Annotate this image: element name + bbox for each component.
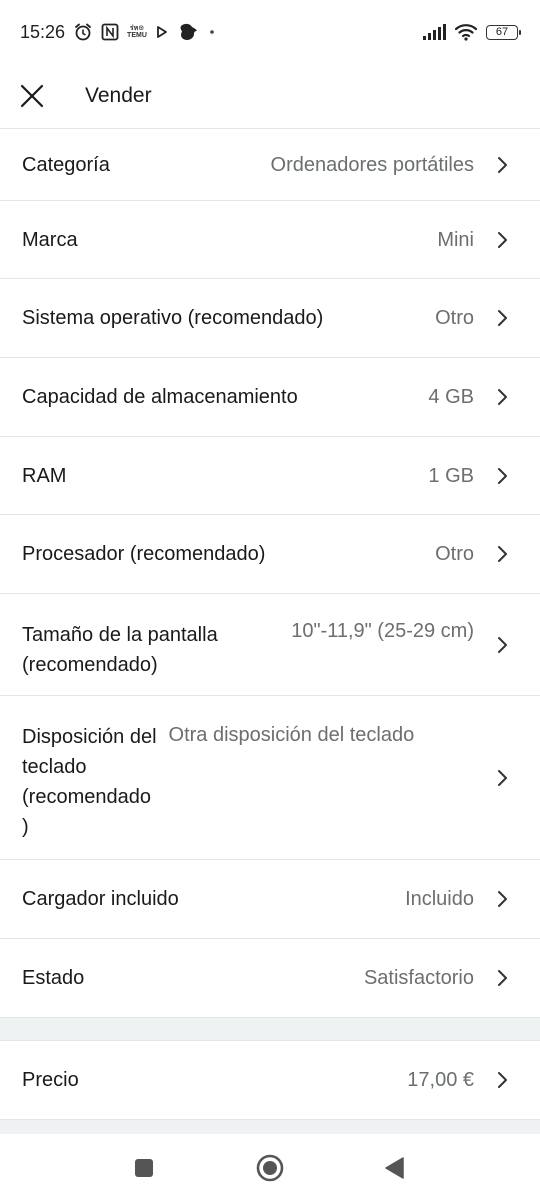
status-left: 15:26 ร่ห⊙ TEMU — [20, 22, 217, 43]
row-label-line: Tamaño de la pantalla — [22, 624, 218, 646]
bird-icon — [177, 22, 199, 42]
signal-icon — [422, 24, 446, 40]
temu-line2: TEMU — [127, 32, 147, 39]
section-divider — [0, 1017, 540, 1040]
row-value: Otro — [435, 543, 474, 565]
row-sistema-operativo[interactable]: Sistema operativo (recomendado) Otro — [0, 278, 540, 357]
back-icon — [383, 1156, 405, 1180]
row-precio[interactable]: Precio 17,00 € — [0, 1040, 540, 1119]
system-nav-bar — [0, 1134, 540, 1200]
row-label: Procesador (recomendado) — [22, 543, 266, 565]
attribute-list: Categoría Ordenadores portátiles Marca M… — [0, 128, 540, 1136]
row-tamano-pantalla[interactable]: Tamaño de la pantalla (recomendado) 10"-… — [0, 593, 540, 695]
row-disposicion-teclado[interactable]: Disposición del teclado (recomendado ) O… — [0, 695, 540, 859]
row-label: Tamaño de la pantalla (recomendado) — [22, 594, 218, 680]
battery-icon: 67 — [486, 24, 521, 40]
chevron-right-icon — [496, 1071, 510, 1089]
chevron-right-icon — [496, 309, 510, 327]
battery-level: 67 — [495, 25, 509, 38]
row-capacidad-almacenamiento[interactable]: Capacidad de almacenamiento 4 GB — [0, 357, 540, 436]
chevron-right-icon — [496, 969, 510, 987]
row-label-line: (recomendado) — [22, 654, 158, 676]
row-value: Incluido — [405, 888, 474, 910]
row-label-line: ) — [22, 816, 29, 838]
row-value: 17,00 € — [407, 1069, 474, 1091]
chevron-right-icon — [496, 769, 510, 787]
row-value: Satisfactorio — [363, 967, 474, 989]
close-button[interactable] — [0, 64, 64, 128]
row-value: Otra disposición del teclado — [168, 724, 415, 746]
row-marca[interactable]: Marca Mini — [0, 200, 540, 278]
row-label-line: (recomendado — [22, 786, 151, 808]
row-label: Marca — [22, 228, 78, 251]
chevron-right-icon — [496, 636, 510, 654]
row-label: Capacidad de almacenamiento — [22, 386, 298, 408]
row-categoria[interactable]: Categoría Ordenadores portátiles — [0, 128, 540, 200]
chevron-right-icon — [496, 545, 510, 563]
row-value: Mini — [437, 228, 474, 251]
row-label: Sistema operativo (recomendado) — [22, 307, 324, 329]
row-label: Cargador incluido — [22, 888, 179, 910]
app-header: Vender — [0, 64, 540, 128]
row-label-line: teclado — [22, 756, 87, 778]
temu-line1: ร่ห⊙ — [129, 25, 145, 32]
page-title: Vender — [85, 84, 152, 107]
status-time: 15:26 — [20, 21, 66, 42]
close-icon — [19, 83, 45, 109]
row-label: Categoría — [22, 153, 110, 176]
dot-icon — [207, 27, 217, 37]
status-bar: 15:26 ร่ห⊙ TEMU 67 — [0, 0, 540, 64]
row-label: Disposición del teclado (recomendado ) — [22, 696, 157, 842]
alarm-icon — [73, 22, 93, 42]
row-cargador-incluido[interactable]: Cargador incluido Incluido — [0, 859, 540, 938]
recents-icon — [133, 1157, 155, 1179]
chevron-right-icon — [496, 156, 510, 174]
row-value: 1 GB — [428, 464, 474, 487]
chevron-right-icon — [496, 231, 510, 249]
chevron-right-icon — [496, 467, 510, 485]
row-procesador[interactable]: Procesador (recomendado) Otro — [0, 514, 540, 593]
temu-icon: ร่ห⊙ TEMU — [127, 25, 147, 39]
row-value: Otro — [435, 307, 474, 329]
row-label: RAM — [22, 464, 67, 487]
home-button[interactable] — [252, 1150, 288, 1186]
row-label: Estado — [22, 967, 85, 989]
status-right: 67 — [422, 23, 521, 41]
row-label: Precio — [22, 1069, 79, 1091]
recents-button[interactable] — [128, 1152, 160, 1184]
play-icon — [155, 25, 169, 39]
row-label-line: Disposición del — [22, 726, 157, 748]
chevron-right-icon — [496, 890, 510, 908]
wifi-icon — [454, 23, 478, 41]
nfc-icon — [101, 23, 119, 41]
home-icon — [255, 1153, 285, 1183]
back-button[interactable] — [378, 1152, 410, 1184]
row-value: 4 GB — [428, 386, 474, 408]
row-estado[interactable]: Estado Satisfactorio — [0, 938, 540, 1017]
row-ram[interactable]: RAM 1 GB — [0, 436, 540, 514]
chevron-right-icon — [496, 388, 510, 406]
